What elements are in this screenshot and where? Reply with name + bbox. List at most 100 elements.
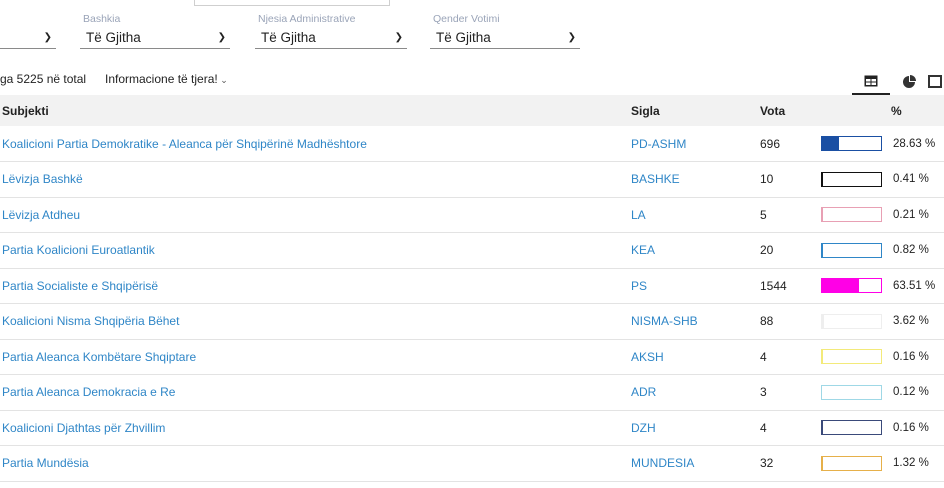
- subject-link[interactable]: Partia Aleanca Kombëtare Shqiptare: [0, 339, 629, 375]
- percent-bar-fill: [822, 314, 825, 328]
- subject-link[interactable]: Koalicioni Nisma Shqipëria Bëhet: [0, 304, 629, 340]
- votes-value: 10: [760, 172, 774, 187]
- bar-chart-icon: [928, 75, 942, 88]
- percent-cell: 0.16 %: [821, 410, 944, 446]
- percent-value: 28.63 %: [893, 137, 936, 150]
- filter-select[interactable]: Të Gjitha ❯: [80, 27, 230, 49]
- percent-bar: [821, 420, 882, 436]
- filter-qender-votimi[interactable]: Qender Votimi Të Gjitha ❯: [430, 13, 580, 49]
- pie-view-tab[interactable]: [890, 68, 928, 95]
- table-row: Koalicioni Djathtas për Zhvillim DZH 4 0.16…: [0, 410, 944, 446]
- dropdown-stub: [194, 0, 390, 6]
- percent-cell: 63.51 %: [821, 268, 944, 304]
- table-row: Partia Aleanca Kombëtare Shqiptare AKSH 4 0…: [0, 339, 944, 375]
- chevron-down-icon: ❯: [217, 32, 226, 43]
- filter-select[interactable]: ❯: [0, 27, 56, 49]
- header-percent[interactable]: %: [821, 95, 944, 126]
- percent-cell: 0.82 %: [821, 233, 944, 269]
- votes-value: 88: [760, 314, 774, 329]
- pie-chart-icon: [903, 74, 916, 88]
- subject-link[interactable]: Koalicioni Djathtas për Zhvillim: [0, 410, 629, 446]
- acronym-link[interactable]: PS: [629, 268, 759, 304]
- filter-bashkia[interactable]: Bashkia Të Gjitha ❯: [80, 13, 230, 49]
- votes-value: 1544: [760, 278, 787, 293]
- more-info-label: Informacione të tjera!: [105, 72, 218, 86]
- filter-region[interactable]: ❯: [0, 13, 56, 49]
- percent-value: 0.41 %: [893, 173, 929, 186]
- percent-bar: [821, 171, 882, 187]
- chevron-down-icon: ❯: [394, 32, 403, 43]
- percent-cell: 0.16 %: [821, 339, 944, 375]
- filter-label: Bashkia: [83, 13, 121, 25]
- more-info-toggle[interactable]: Informacione të tjera! ⌄: [105, 72, 228, 86]
- percent-value: 63.51 %: [893, 279, 936, 292]
- subject-link[interactable]: Partia Koalicioni Euroatlantik: [0, 233, 629, 269]
- percent-cell: 0.21 %: [821, 197, 944, 233]
- subject-link[interactable]: Koalicioni Partia Demokratike - Aleanca …: [0, 126, 629, 162]
- table-row: Koalicioni Nisma Shqipëria Bëhet NISMA-SH…: [0, 304, 944, 340]
- subject-link[interactable]: Lëvizja Bashkë: [0, 162, 629, 198]
- table-row: Partia Mundësia MUNDESIA 32 1.32 %: [0, 446, 944, 482]
- chevron-down-icon: ❯: [43, 32, 52, 43]
- acronym-link[interactable]: AKSH: [629, 339, 759, 375]
- filter-label: [0, 13, 56, 27]
- header-votes[interactable]: Vota: [759, 95, 821, 126]
- percent-value: 0.82 %: [893, 244, 929, 257]
- percent-cell: 1.32 %: [821, 446, 944, 482]
- results-table: Subjekti Sigla Vota % Koalicioni Partia …: [0, 95, 944, 482]
- acronym-link[interactable]: NISMA-SHB: [629, 304, 759, 340]
- table-row: Koalicioni Partia Demokratike - Aleanca …: [0, 126, 944, 162]
- subject-link[interactable]: Partia Mundësia: [0, 446, 629, 482]
- percent-bar: [821, 349, 882, 365]
- table-header-row: Subjekti Sigla Vota %: [0, 95, 944, 126]
- header-acronym[interactable]: Sigla: [629, 95, 759, 126]
- votes-value: 696: [760, 136, 781, 151]
- percent-bar-fill: [822, 279, 860, 293]
- table-view-tab[interactable]: [852, 68, 890, 95]
- percent-cell: 3.62 %: [821, 304, 944, 340]
- percent-bar: [821, 242, 882, 258]
- filter-njesia[interactable]: Njesia Administrative Të Gjitha ❯: [255, 13, 407, 49]
- votes-value: 4: [760, 420, 767, 435]
- filter-value: Të Gjitha: [261, 30, 316, 45]
- subject-link[interactable]: Partia Socialiste e Shqipërisë: [0, 268, 629, 304]
- acronym-link[interactable]: BASHKE: [629, 162, 759, 198]
- filter-value: Të Gjitha: [86, 30, 141, 45]
- votes-value: 32: [760, 456, 774, 471]
- table-icon: [864, 75, 878, 86]
- bar-view-tab[interactable]: [928, 68, 944, 95]
- acronym-link[interactable]: LA: [629, 197, 759, 233]
- filter-select[interactable]: Të Gjitha ❯: [430, 27, 580, 49]
- percent-bar: [821, 136, 882, 151]
- filter-select[interactable]: Të Gjitha ❯: [255, 27, 407, 49]
- percent-bar: [821, 207, 882, 223]
- table-row: Lëvizja Bashkë BASHKE 10 0.41 %: [0, 162, 944, 198]
- info-bar: ga 5225 në total Informacione të tjera! …: [0, 68, 944, 95]
- acronym-link[interactable]: ADR: [629, 375, 759, 411]
- header-subject[interactable]: Subjekti: [0, 95, 629, 126]
- votes-value: 20: [760, 243, 774, 258]
- percent-cell: 0.41 %: [821, 162, 944, 198]
- table-row: Partia Socialiste e Shqipërisë PS 1544 63.5…: [0, 268, 944, 304]
- acronym-link[interactable]: DZH: [629, 410, 759, 446]
- chevron-down-icon: ❯: [567, 32, 576, 43]
- percent-bar: [821, 384, 882, 400]
- filter-value: Të Gjitha: [436, 30, 491, 45]
- chevron-down-icon: ⌄: [217, 75, 228, 85]
- percent-value: 3.62 %: [893, 315, 929, 328]
- percent-bar: [821, 313, 882, 329]
- percent-bar: [821, 455, 882, 471]
- acronym-link[interactable]: MUNDESIA: [629, 446, 759, 482]
- table-row: Partia Koalicioni Euroatlantik KEA 20 0.82 …: [0, 233, 944, 269]
- percent-cell: 28.63 %: [821, 126, 944, 162]
- percent-value: 1.32 %: [893, 457, 929, 470]
- percent-bar-fill: [822, 456, 823, 470]
- acronym-link[interactable]: KEA: [629, 233, 759, 269]
- percent-value: 0.12 %: [893, 386, 929, 399]
- votes-value: 4: [760, 349, 767, 364]
- filter-label: Njesia Administrative: [258, 13, 356, 25]
- subject-link[interactable]: Lëvizja Atdheu: [0, 197, 629, 233]
- subject-link[interactable]: Partia Aleanca Demokracia e Re: [0, 375, 629, 411]
- acronym-link[interactable]: PD-ASHM: [629, 126, 759, 162]
- total-count: ga 5225 në total: [0, 72, 87, 86]
